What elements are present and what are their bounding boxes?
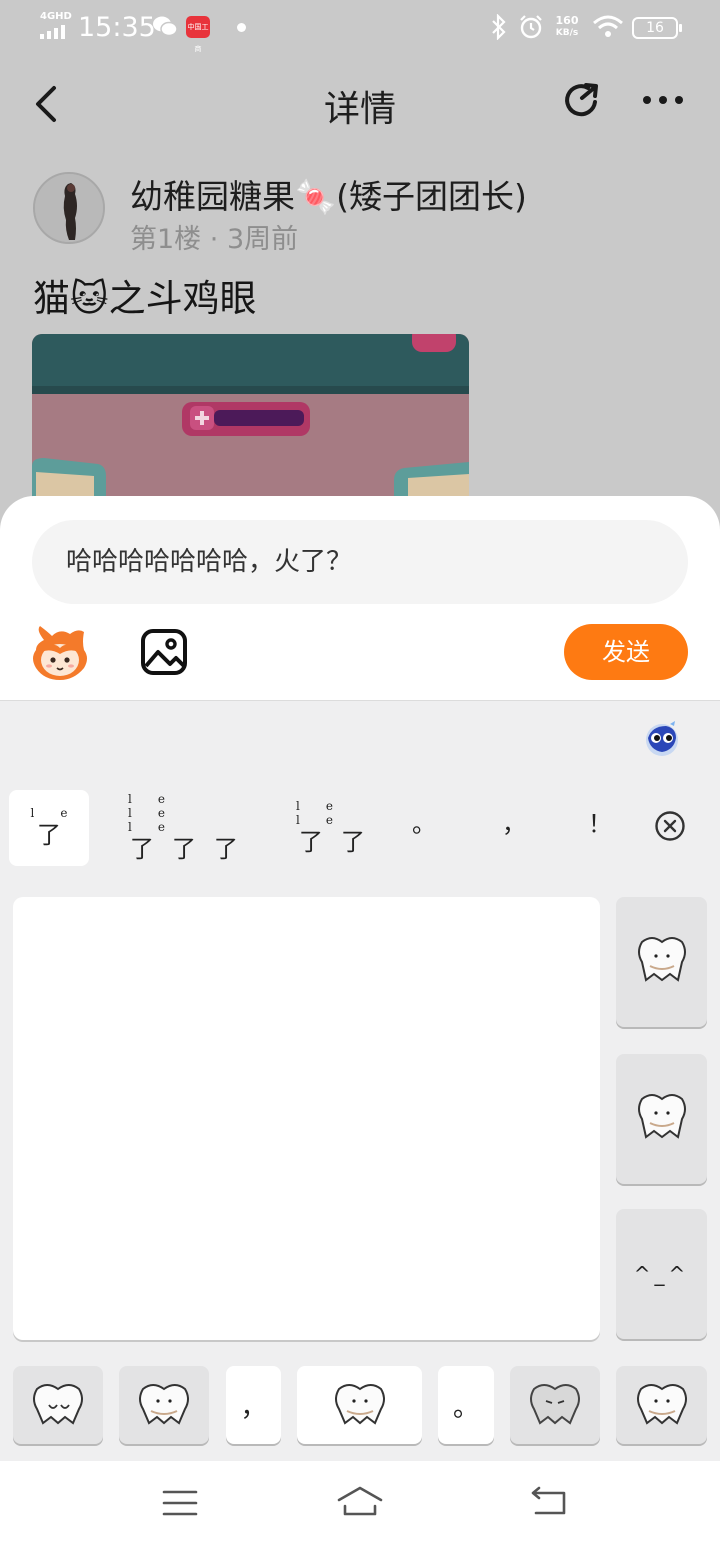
candidate-item[interactable]: ！ <box>588 804 612 839</box>
sticker-key[interactable] <box>297 1366 422 1444</box>
reply-input[interactable]: 哈哈哈哈哈哈哈，火了？ <box>32 520 688 604</box>
handwriting-pad[interactable] <box>13 897 600 1340</box>
tooth-sticker-icon <box>139 1384 189 1425</box>
network-type: 4GHD <box>40 11 72 22</box>
tooth-sticker-icon <box>334 1384 385 1425</box>
image-icon[interactable] <box>140 628 188 676</box>
tooth-sticker-icon <box>637 1094 686 1139</box>
candidate-bar: le 了 le le le 了了了 le le 了了 。 ， ！ <box>0 784 614 872</box>
clock: 15:35 <box>78 12 156 43</box>
signal-icon <box>40 25 70 39</box>
avatar[interactable] <box>33 172 105 244</box>
candidate-item[interactable]: 。 <box>412 804 436 839</box>
back-icon[interactable] <box>528 1485 570 1517</box>
tooth-sticker-icon <box>530 1384 580 1425</box>
meta-separator: · <box>209 224 219 255</box>
comma-label: ， <box>240 1392 267 1423</box>
avatar-image <box>35 174 103 242</box>
kaomoji-key[interactable]: ^_^ <box>616 1209 707 1339</box>
wifi-icon <box>593 15 623 37</box>
home-icon[interactable] <box>336 1484 384 1518</box>
username[interactable]: 幼稚园糖果🍬(矮子团团长) <box>130 170 527 218</box>
app-notification-icon: 中国工商 <box>186 16 210 53</box>
share-icon[interactable] <box>562 80 604 122</box>
emoji-mascot-icon[interactable] <box>30 626 90 682</box>
bluetooth-icon <box>492 14 506 40</box>
ime-logo-icon[interactable] <box>642 720 680 758</box>
net-speed: 160 KB/s <box>555 14 579 38</box>
tooth-sticker-icon <box>636 1384 687 1425</box>
sticker-key[interactable] <box>510 1366 600 1444</box>
tooth-sticker-icon <box>637 937 686 982</box>
sticker-key[interactable] <box>616 897 707 1027</box>
menu-icon[interactable] <box>162 1488 198 1518</box>
period-key[interactable]: 。 <box>438 1366 494 1444</box>
more-icon[interactable] <box>640 86 686 114</box>
status-bar: 4GHD 15:35 中国工商 160 KB/s 16 <box>0 0 720 58</box>
wechat-icon <box>153 16 178 37</box>
sticker-key[interactable] <box>13 1366 103 1444</box>
post-title: 猫🐱之斗鸡眼 <box>33 277 257 320</box>
notification-dot <box>237 23 246 32</box>
send-button[interactable]: 发送 <box>564 624 688 680</box>
page-title: 详情 <box>323 89 396 130</box>
floor-label: 第1楼 <box>130 224 202 255</box>
post-image[interactable] <box>32 334 469 514</box>
candidate-item[interactable]: le le le 了了了 <box>128 790 240 866</box>
kaomoji-label: ^_^ <box>633 1262 690 1286</box>
battery-icon: 16 <box>632 17 682 39</box>
sticker-key[interactable] <box>616 1054 707 1184</box>
candidate-item[interactable]: ， <box>502 804 526 839</box>
post-meta: 第1楼 · 3周前 <box>130 217 298 256</box>
alarm-icon <box>520 15 542 39</box>
time-ago: 3周前 <box>226 224 299 255</box>
period-label: 。 <box>452 1392 479 1423</box>
sticker-key[interactable] <box>119 1366 209 1444</box>
candidate-item[interactable]: le 了 <box>9 790 89 866</box>
close-candidates-icon[interactable] <box>654 810 686 842</box>
game-screenshot-image <box>32 334 469 514</box>
candidate-item[interactable]: le le 了了 <box>296 790 368 866</box>
comma-key[interactable]: ， <box>226 1366 281 1444</box>
sticker-key[interactable] <box>616 1366 707 1444</box>
tooth-sticker-icon <box>33 1384 83 1425</box>
